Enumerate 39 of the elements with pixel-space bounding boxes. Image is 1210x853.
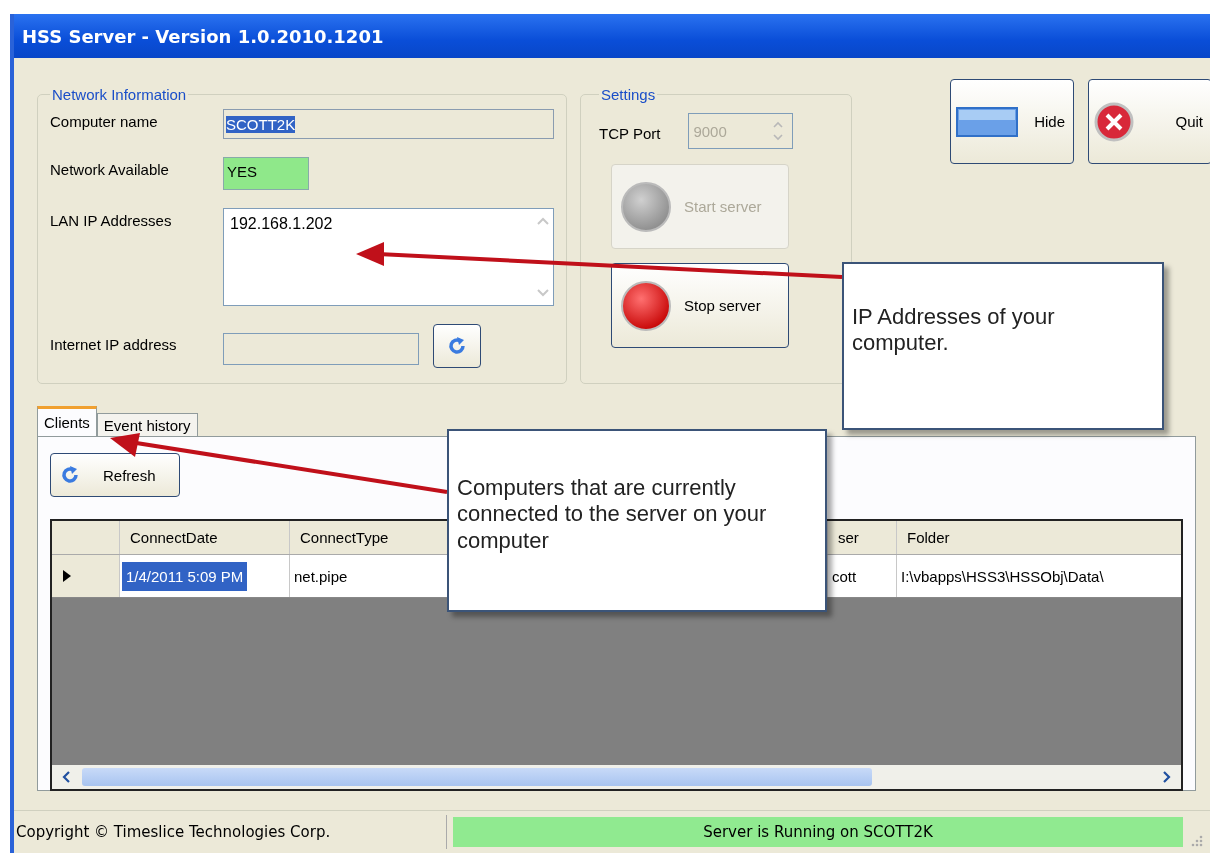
- field-label: TCP Port: [599, 123, 661, 142]
- close-icon: [1094, 101, 1134, 142]
- text-field[interactable]: SCOTT2K: [223, 109, 554, 139]
- callout-tooltip: IP Addresses of your computer.: [842, 262, 1164, 430]
- table-cell: cott: [828, 555, 897, 597]
- hide-button[interactable]: Hide: [950, 79, 1074, 164]
- window-icon: [956, 106, 1018, 137]
- status-text: Server is Running on SCOTT2K: [453, 817, 1183, 847]
- window-title: HSS Server - Version 1.0.2010.1201: [14, 14, 1210, 58]
- text-field[interactable]: [223, 332, 419, 365]
- refresh-icon: [59, 464, 81, 486]
- sphere-icon: [620, 279, 672, 332]
- table-cell: 1/4/2011 5:09 PM: [120, 555, 290, 597]
- text-area[interactable]: 192.168.1.202: [223, 208, 554, 306]
- selected-text: SCOTT2K: [226, 115, 296, 133]
- row-pointer-icon: [62, 569, 72, 583]
- resize-grip-icon: [1189, 833, 1203, 847]
- callout-tooltip: Computers that are currently connected to the server on your computer: [447, 429, 827, 612]
- refresh-icon: [446, 335, 468, 357]
- tab[interactable]: Event history: [96, 413, 198, 436]
- quit-button[interactable]: Quit: [1088, 79, 1210, 164]
- field-label: Computer name: [50, 112, 159, 132]
- field-label: LAN IP Addresses: [50, 211, 173, 231]
- scroll-thumb[interactable]: [82, 768, 872, 786]
- field-label: Internet IP address: [50, 335, 178, 355]
- tab[interactable]: Clients: [37, 406, 97, 436]
- field-label: Network Available: [50, 160, 170, 180]
- text-field[interactable]: YES: [223, 157, 309, 190]
- table-cell-text: I:\vbapps\HSS3\HSSObj\Data\: [900, 566, 1105, 587]
- ip-address-text: 192.168.1.202: [230, 215, 333, 234]
- refresh-button[interactable]: [433, 324, 481, 368]
- refresh-button[interactable]: Refresh: [50, 453, 180, 497]
- horizontal-scrollbar[interactable]: [52, 765, 1181, 789]
- stop-server-button[interactable]: Stop server: [611, 263, 789, 348]
- column-header[interactable]: Folder: [897, 521, 1181, 554]
- group-title: Settings: [600, 86, 657, 103]
- group-title: Network Information: [51, 86, 188, 103]
- copyright-text: Copyright © Timeslice Technologies Corp.: [14, 815, 447, 849]
- sphere-icon: [620, 180, 672, 233]
